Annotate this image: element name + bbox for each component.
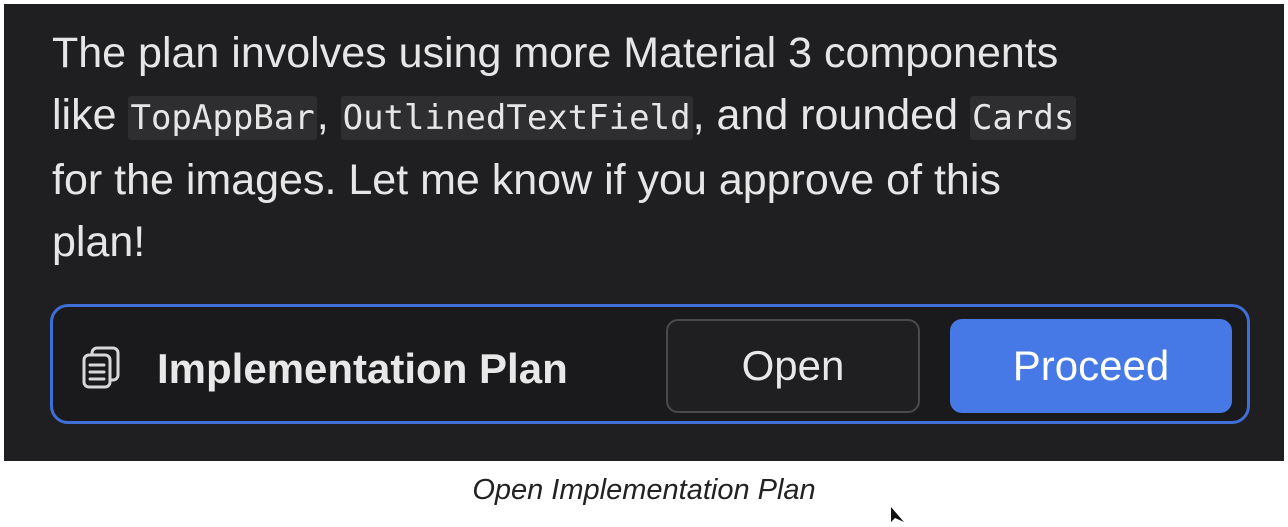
chat-panel: The plan involves using more Material 3 … xyxy=(4,4,1284,461)
figure-caption: Open Implementation Plan xyxy=(472,474,816,506)
open-button[interactable]: Open xyxy=(666,319,920,413)
message-text: for the images. Let me know if you appro… xyxy=(52,156,1001,204)
message-line-3: for the images. Let me know if you appro… xyxy=(52,149,1232,211)
message-line-4: plan! xyxy=(52,211,1232,273)
document-stack-icon xyxy=(79,344,127,392)
message-text: like xyxy=(52,91,129,139)
message-text: plan! xyxy=(52,218,146,266)
artifact-title: Implementation Plan xyxy=(157,345,568,392)
inline-code-cards: Cards xyxy=(969,96,1077,140)
implementation-plan-card[interactable]: Implementation Plan Open Proceed xyxy=(50,304,1250,424)
inline-code-topappbar: TopAppBar xyxy=(128,96,317,140)
proceed-button[interactable]: Proceed xyxy=(950,319,1232,413)
inline-code-outlinedtextfield: OutlinedTextField xyxy=(340,96,693,140)
message-text: The plan involves using more Material 3 … xyxy=(52,29,1059,77)
mouse-pointer-icon xyxy=(890,507,908,522)
message-text: , and rounded xyxy=(692,91,970,139)
message-line-2: like TopAppBar, OutlinedTextField, and r… xyxy=(52,84,1232,149)
assistant-message: The plan involves using more Material 3 … xyxy=(52,22,1232,273)
message-text: , xyxy=(316,91,341,139)
message-line-1: The plan involves using more Material 3 … xyxy=(52,22,1232,84)
